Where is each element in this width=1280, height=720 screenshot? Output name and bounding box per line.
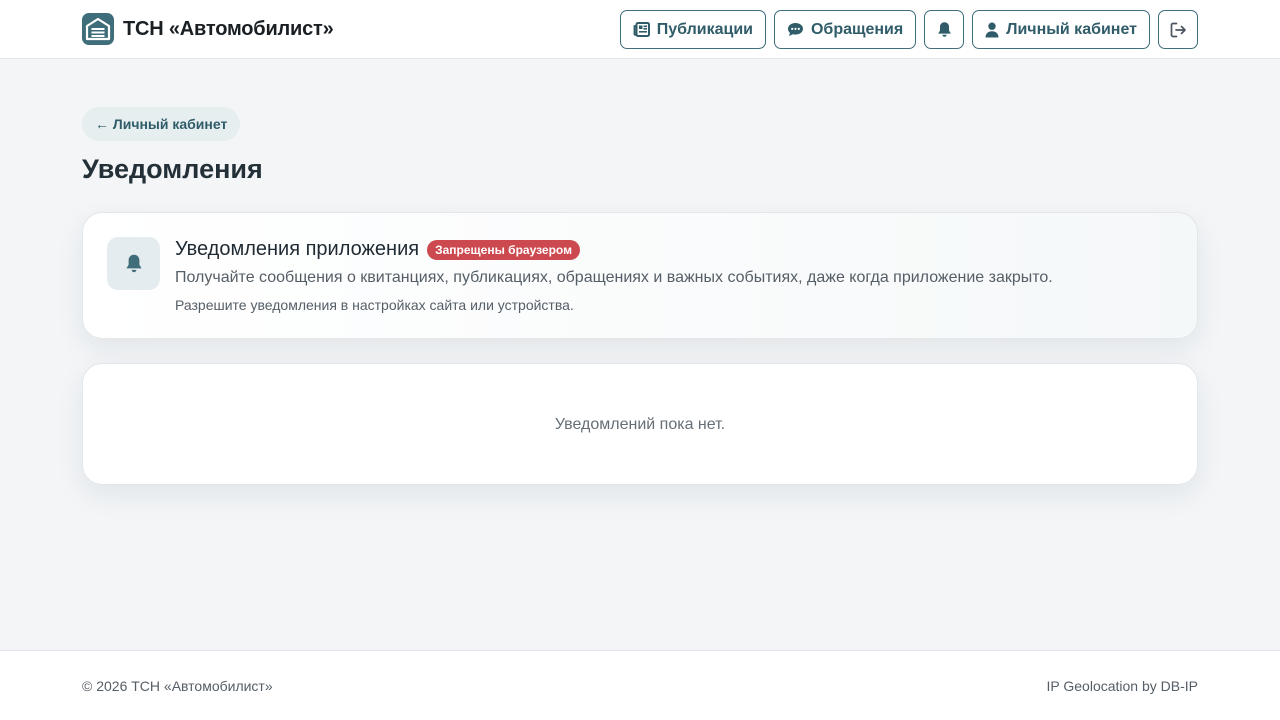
notifications-button[interactable] [924, 10, 965, 49]
footer-copyright: © 2026 ТСН «Автомобилист» [82, 678, 273, 694]
appeals-button[interactable]: Обращения [773, 10, 917, 49]
status-badge: Запрещены браузером [427, 239, 580, 260]
main-nav: Публикации Обращения Личный кабинет [619, 10, 1198, 49]
app-notifications-card: Уведомления приложения Запрещены браузер… [82, 212, 1198, 339]
top-header: ТСН «Автомобилист» Публикации Обращения … [0, 0, 1280, 59]
page-title: Уведомления [82, 154, 263, 184]
logout-icon [1170, 22, 1187, 38]
appeals-label: Обращения [810, 20, 904, 38]
user-icon [985, 22, 999, 38]
footer-credit-link[interactable]: IP Geolocation by DB-IP [1047, 678, 1198, 694]
publications-button[interactable]: Публикации [619, 10, 766, 49]
newspaper-icon [633, 22, 650, 37]
notifications-list-card: Уведомлений пока нет. [82, 363, 1198, 485]
logout-button[interactable] [1158, 10, 1198, 49]
app-notifications-hint: Разрешите уведомления в настройках сайта… [175, 297, 574, 313]
bell-icon [107, 237, 160, 290]
garage-logo-icon [82, 13, 114, 45]
back-link-label: ← Личный кабинет [95, 116, 228, 132]
cabinet-label: Личный кабинет [1006, 20, 1137, 38]
bell-icon [937, 21, 952, 38]
app-notifications-title: Уведомления приложения [175, 238, 420, 260]
publications-label: Публикации [656, 20, 753, 38]
cabinet-button[interactable]: Личный кабинет [972, 10, 1150, 49]
app-notifications-header: Уведомления приложения Запрещены браузер… [175, 238, 580, 261]
comment-icon [787, 22, 804, 37]
app-notifications-description: Получайте сообщения о квитанциях, публик… [175, 269, 1053, 286]
back-to-cabinet-link[interactable]: ← Личный кабинет [82, 107, 241, 141]
brand-name: ТСН «Автомобилист» [123, 17, 334, 40]
empty-state-message: Уведомлений пока нет. [554, 416, 726, 433]
brand[interactable]: ТСН «Автомобилист» [82, 13, 334, 45]
page-footer: © 2026 ТСН «Автомобилист» IP Geolocation… [0, 650, 1280, 720]
